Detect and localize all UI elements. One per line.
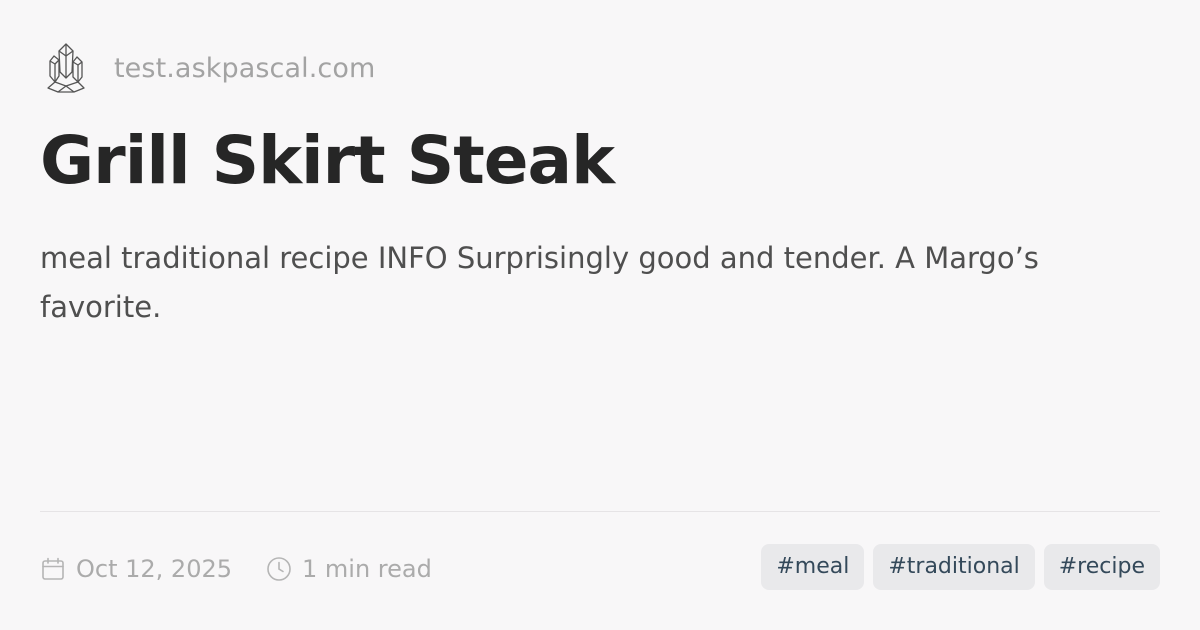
tag-traditional[interactable]: #traditional bbox=[873, 544, 1035, 590]
read-time-text: 1 min read bbox=[302, 555, 432, 583]
site-header[interactable]: test.askpascal.com bbox=[46, 42, 375, 94]
read-time: 1 min read bbox=[266, 555, 432, 583]
og-card: test.askpascal.com Grill Skirt Steak mea… bbox=[0, 0, 1200, 630]
tag-list: #meal #traditional #recipe bbox=[761, 544, 1160, 590]
publish-date: Oct 12, 2025 bbox=[40, 555, 232, 583]
tag-recipe[interactable]: #recipe bbox=[1043, 544, 1160, 590]
post-description: meal traditional recipe INFO Surprisingl… bbox=[40, 241, 1039, 324]
post-meta: Oct 12, 2025 1 min read bbox=[40, 552, 432, 586]
divider bbox=[40, 511, 1160, 512]
tag-meal[interactable]: #meal bbox=[761, 544, 865, 590]
calendar-icon bbox=[42, 557, 64, 580]
clock-icon bbox=[267, 557, 291, 581]
page-title: Grill Skirt Steak bbox=[40, 122, 615, 199]
publish-date-text: Oct 12, 2025 bbox=[76, 555, 232, 583]
crystal-cluster-icon bbox=[47, 43, 85, 93]
site-domain: test.askpascal.com bbox=[114, 52, 376, 84]
